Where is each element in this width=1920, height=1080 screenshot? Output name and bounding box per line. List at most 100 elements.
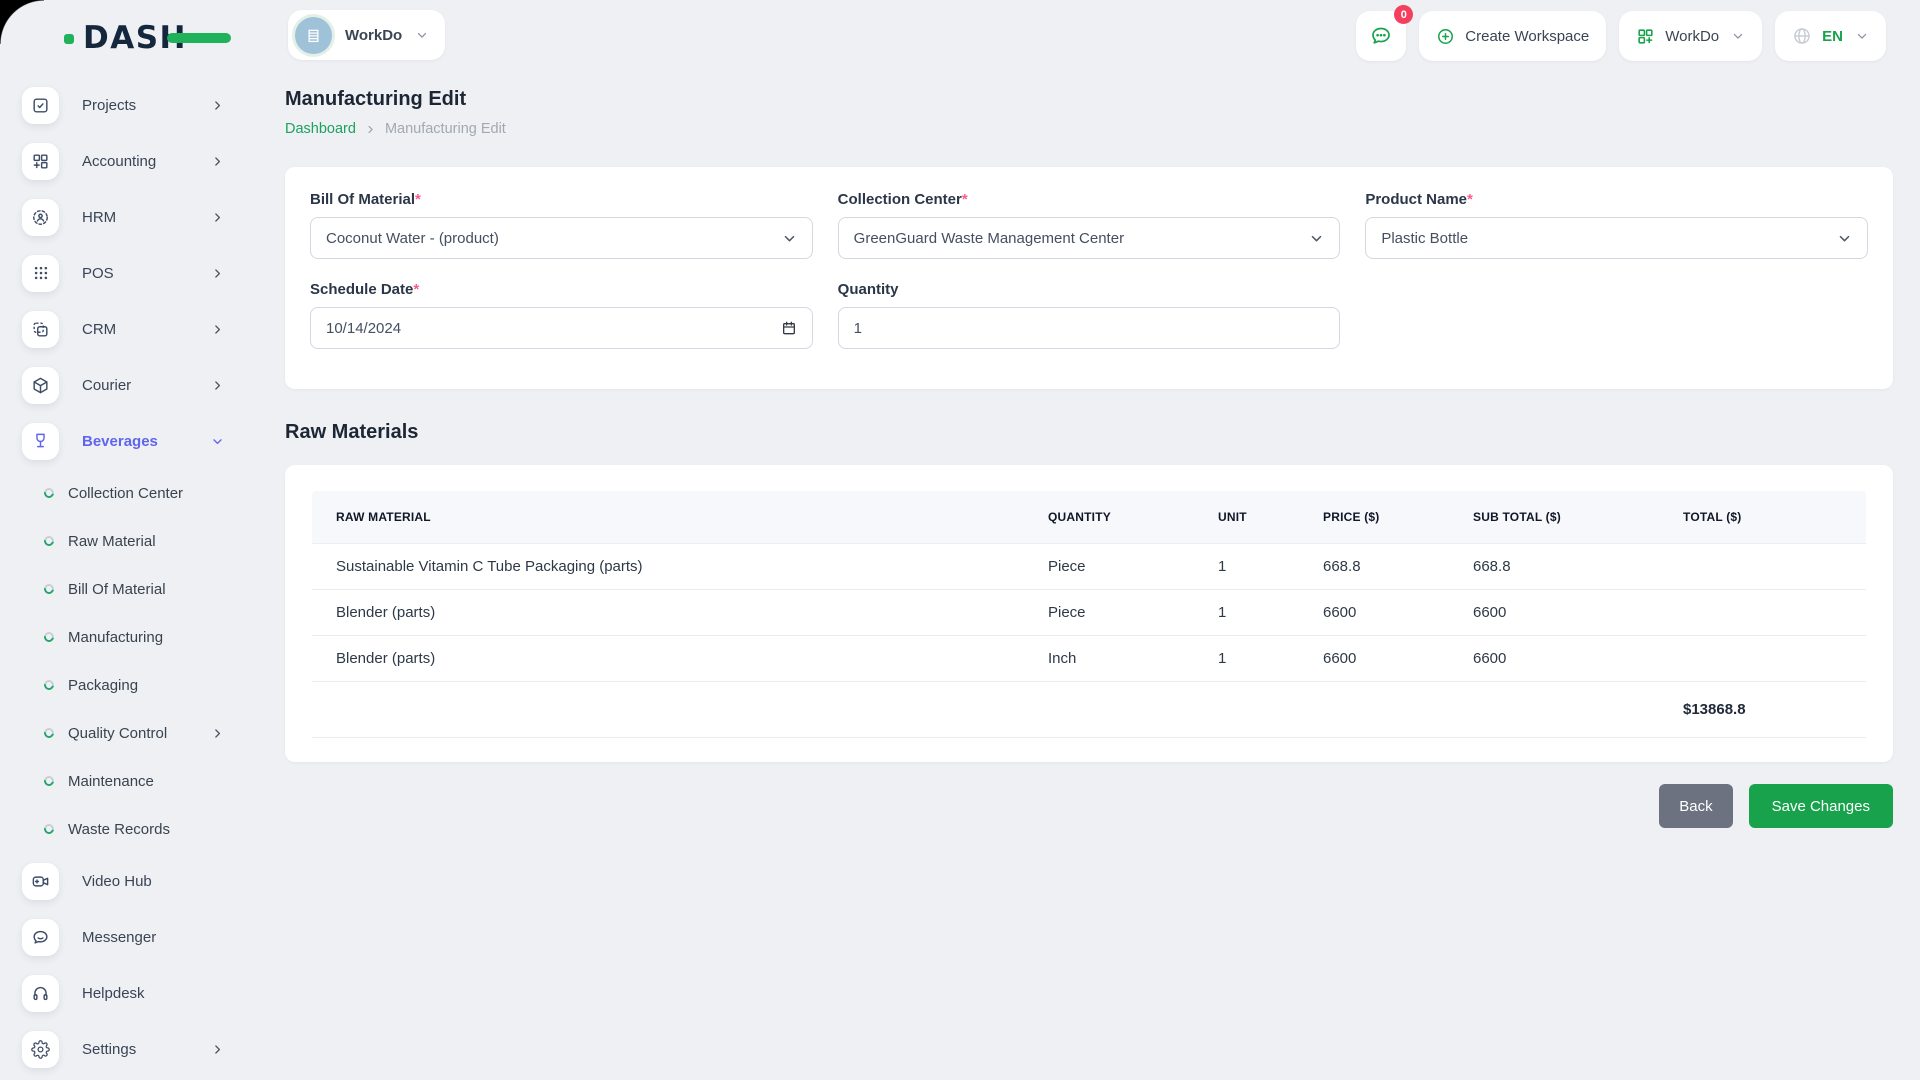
sidebar-subitem-raw-material[interactable]: Raw Material — [22, 517, 255, 565]
settings-gear-icon — [22, 1031, 59, 1068]
breadcrumb-dashboard-link[interactable]: Dashboard — [285, 121, 356, 137]
save-changes-button[interactable]: Save Changes — [1749, 784, 1893, 828]
form-spacer — [1365, 281, 1868, 349]
workdo-menu-button[interactable]: WorkDo — [1619, 11, 1762, 61]
required-asterisk: * — [962, 191, 968, 208]
sidebar-subitem-label: Packaging — [68, 677, 138, 694]
cell-total — [1655, 590, 1866, 636]
sidebar-item-label: Settings — [82, 1041, 136, 1058]
workspace-switcher[interactable]: WorkDo — [288, 10, 445, 60]
sidebar-subitem-bill-of-material[interactable]: Bill Of Material — [22, 565, 255, 613]
select-value: GreenGuard Waste Management Center — [854, 230, 1124, 247]
sidebar-subitem-manufacturing[interactable]: Manufacturing — [22, 613, 255, 661]
cell-unit: 1 — [1190, 636, 1295, 682]
crm-icon — [22, 311, 59, 348]
grid-plus-icon — [1636, 27, 1655, 46]
cell-price: 6600 — [1295, 590, 1445, 636]
messages-button[interactable]: 0 — [1356, 11, 1406, 61]
raw-materials-card: RAW MATERIAL QUANTITY UNIT PRICE ($) SUB… — [285, 465, 1893, 762]
quantity-input[interactable] — [838, 307, 1341, 349]
chat-bubble-icon — [1369, 24, 1393, 48]
sidebar-item-beverages[interactable]: Beverages — [22, 413, 255, 469]
bill-of-material-select[interactable]: Coconut Water - (product) — [310, 217, 813, 259]
sidebar-item-crm[interactable]: CRM — [22, 301, 255, 357]
sidebar-item-label: HRM — [82, 209, 116, 226]
sidebar-item-label: POS — [82, 265, 114, 282]
table-row: Sustainable Vitamin C Tube Packaging (pa… — [312, 544, 1866, 590]
sidebar-item-label: Video Hub — [82, 873, 152, 890]
language-label: EN — [1822, 28, 1843, 45]
form-actions: Back Save Changes — [285, 784, 1893, 828]
raw-materials-title: Raw Materials — [285, 419, 1893, 445]
messages-badge: 0 — [1394, 5, 1413, 24]
bullet-icon — [42, 630, 56, 644]
chevron-right-icon — [211, 211, 224, 224]
sidebar-item-hrm[interactable]: HRM — [22, 189, 255, 245]
cell-total — [1655, 636, 1866, 682]
cell-sub-total: 668.8 — [1445, 544, 1655, 590]
dash-logo[interactable]: DASH — [64, 20, 187, 56]
bullet-icon — [42, 534, 56, 548]
sidebar-item-courier[interactable]: Courier — [22, 357, 255, 413]
sidebar-item-label: CRM — [82, 321, 116, 338]
topbar: DASH WorkDo 0 Create Workspace — [0, 0, 1920, 72]
bill-of-material-field: Bill Of Material* Coconut Water - (produ… — [310, 191, 813, 259]
topbar-actions: 0 Create Workspace WorkDo EN — [1356, 11, 1886, 61]
table-header-row: RAW MATERIAL QUANTITY UNIT PRICE ($) SUB… — [312, 491, 1866, 544]
helpdesk-icon — [22, 975, 59, 1012]
product-name-field: Product Name* Plastic Bottle — [1365, 191, 1868, 259]
sidebar-item-settings[interactable]: Settings — [22, 1021, 255, 1077]
quantity-field: Quantity — [838, 281, 1341, 349]
workspace-avatar — [295, 17, 332, 54]
sidebar-item-helpdesk[interactable]: Helpdesk — [22, 965, 255, 1021]
sidebar-item-projects[interactable]: Projects — [22, 77, 255, 133]
sidebar-item-messenger[interactable]: Messenger — [22, 909, 255, 965]
sidebar-subitem-quality-control[interactable]: Quality Control — [22, 709, 255, 757]
courier-icon — [22, 367, 59, 404]
schedule-date-input[interactable]: 10/14/2024 — [310, 307, 813, 349]
main-content: Manufacturing Edit Dashboard Manufacturi… — [285, 72, 1893, 828]
grand-total-value: $13868.8 — [1655, 682, 1866, 738]
sidebar-subitem-label: Waste Records — [68, 821, 170, 838]
sidebar-item-label: Beverages — [82, 433, 158, 450]
table-row: Blender (parts) Inch 1 6600 6600 — [312, 636, 1866, 682]
accounting-icon — [22, 143, 59, 180]
sidebar-item-accounting[interactable]: Accounting — [22, 133, 255, 189]
chevron-right-icon — [211, 155, 224, 168]
schedule-date-field: Schedule Date* 10/14/2024 — [310, 281, 813, 349]
sidebar-subitem-collection-center[interactable]: Collection Center — [22, 469, 255, 517]
sidebar-subitem-label: Manufacturing — [68, 629, 163, 646]
beverages-icon — [22, 423, 59, 460]
back-button[interactable]: Back — [1659, 784, 1732, 828]
field-label: Schedule Date* — [310, 281, 813, 298]
sidebar-item-label: Courier — [82, 377, 131, 394]
bullet-icon — [42, 822, 56, 836]
cell-total — [1655, 544, 1866, 590]
logo-dot-icon — [64, 34, 74, 44]
language-menu-button[interactable]: EN — [1775, 11, 1886, 61]
cell-sub-total: 6600 — [1445, 636, 1655, 682]
total-row-spacer — [312, 682, 1655, 738]
collection-center-select[interactable]: GreenGuard Waste Management Center — [838, 217, 1341, 259]
select-value: Plastic Bottle — [1381, 230, 1468, 247]
sidebar-item-video-hub[interactable]: Video Hub — [22, 853, 255, 909]
create-workspace-button[interactable]: Create Workspace — [1419, 11, 1606, 61]
product-name-select[interactable]: Plastic Bottle — [1365, 217, 1868, 259]
chevron-right-icon — [211, 267, 224, 280]
sidebar-subitem-waste-records[interactable]: Waste Records — [22, 805, 255, 853]
chevron-down-icon — [1855, 29, 1869, 43]
cell-quantity: Piece — [1020, 590, 1190, 636]
sidebar-subitem-packaging[interactable]: Packaging — [22, 661, 255, 709]
sidebar-item-pos[interactable]: POS — [22, 245, 255, 301]
raw-materials-table: RAW MATERIAL QUANTITY UNIT PRICE ($) SUB… — [312, 491, 1866, 738]
cell-price: 668.8 — [1295, 544, 1445, 590]
sidebar-item-label: Helpdesk — [82, 985, 145, 1002]
sidebar-subitem-label: Quality Control — [68, 725, 167, 742]
sidebar-subitem-maintenance[interactable]: Maintenance — [22, 757, 255, 805]
cell-material: Blender (parts) — [312, 590, 1020, 636]
messenger-icon — [22, 919, 59, 956]
chevron-down-icon — [211, 435, 224, 448]
breadcrumb-current: Manufacturing Edit — [385, 121, 506, 137]
chevron-down-icon — [1837, 231, 1852, 246]
field-label: Collection Center* — [838, 191, 1341, 208]
